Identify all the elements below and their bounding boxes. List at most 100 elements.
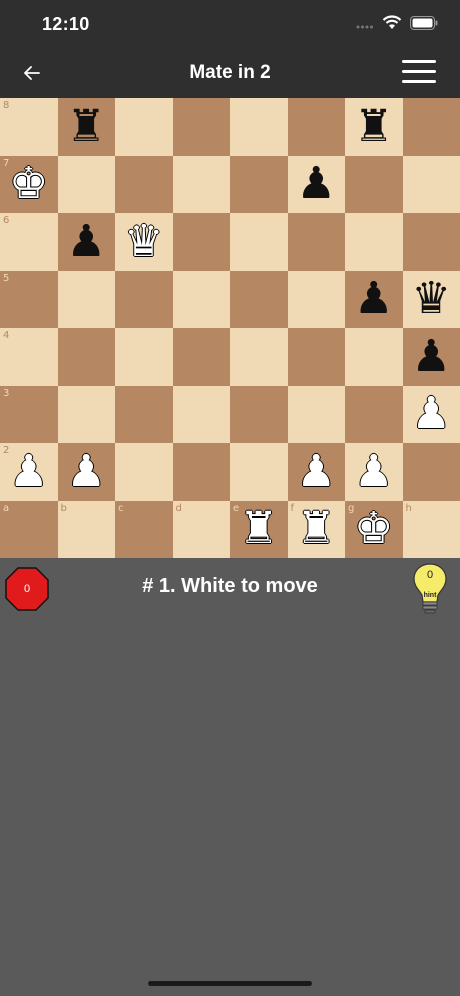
hint-label: hint — [423, 592, 437, 599]
square-f2[interactable]: ♟ — [287, 443, 346, 501]
square-e5[interactable] — [230, 270, 288, 328]
square-a7[interactable]: 7 ♚ — [0, 155, 58, 214]
square-a1[interactable]: a — [0, 500, 58, 558]
white-pawn-piece[interactable]: ♟ — [288, 443, 346, 501]
square-a2[interactable]: 2 ♟ — [0, 443, 58, 501]
square-c2[interactable] — [115, 443, 173, 501]
hint-button[interactable]: 0 hint — [410, 562, 450, 618]
square-c4[interactable] — [115, 328, 173, 386]
square-g5[interactable]: ♟ — [345, 270, 403, 329]
square-g3[interactable] — [345, 385, 403, 443]
square-c3[interactable] — [115, 385, 173, 443]
square-g2[interactable]: ♟ — [345, 443, 403, 501]
nav-bar: Mate in 2 — [0, 48, 460, 98]
square-d5[interactable] — [172, 270, 230, 328]
square-h3[interactable]: ♟ — [402, 385, 460, 444]
menu-button[interactable] — [402, 60, 436, 86]
white-pawn-piece[interactable]: ♟ — [345, 443, 403, 501]
square-e7[interactable] — [230, 155, 288, 213]
square-f3[interactable] — [287, 385, 345, 443]
square-e8[interactable] — [230, 98, 288, 156]
file-label: h — [405, 502, 412, 514]
square-b7[interactable] — [57, 155, 115, 213]
white-queen-piece[interactable]: ♛ — [115, 213, 173, 271]
white-rook-piece[interactable]: ♜ — [230, 501, 288, 559]
square-a5[interactable]: 5 — [0, 270, 58, 328]
rank-label: 4 — [3, 330, 10, 341]
square-h1[interactable]: h — [402, 500, 460, 558]
status-icons — [356, 15, 438, 35]
cellular-icon — [356, 16, 374, 34]
square-b4[interactable] — [57, 328, 115, 386]
rank-label: 8 — [3, 100, 10, 111]
status-time: 12:10 — [42, 14, 90, 34]
square-f4[interactable] — [287, 328, 345, 386]
square-d1[interactable]: d — [172, 500, 230, 558]
square-c1[interactable]: c — [115, 500, 173, 558]
square-c5[interactable] — [115, 270, 173, 328]
square-d8[interactable] — [172, 98, 230, 156]
square-g6[interactable] — [345, 213, 403, 271]
square-h4[interactable]: ♟ — [402, 328, 460, 386]
square-c7[interactable] — [115, 155, 173, 213]
square-h6[interactable] — [402, 213, 460, 271]
file-label: b — [60, 502, 67, 514]
square-e6[interactable] — [230, 213, 288, 271]
square-f5[interactable] — [287, 270, 345, 328]
black-pawn-piece[interactable]: ♟ — [58, 213, 116, 271]
hint-count: 0 — [426, 569, 434, 581]
square-b2[interactable]: ♟ — [57, 443, 116, 501]
white-king-piece[interactable]: ♚ — [345, 501, 403, 559]
square-b8[interactable]: ♜ — [57, 98, 116, 156]
square-h8[interactable] — [402, 98, 460, 156]
square-e3[interactable] — [230, 385, 288, 443]
square-c6[interactable]: ♛ — [115, 213, 173, 271]
file-label: d — [175, 502, 182, 514]
square-f8[interactable] — [287, 98, 345, 156]
file-label: c — [118, 502, 124, 514]
square-g7[interactable] — [345, 155, 403, 213]
square-e2[interactable] — [230, 443, 288, 501]
black-queen-piece[interactable]: ♛ — [403, 271, 460, 329]
white-king-piece[interactable]: ♚ — [0, 156, 58, 214]
square-b1[interactable]: b — [57, 500, 115, 558]
square-h7[interactable] — [402, 155, 460, 213]
hamburger-line — [402, 80, 436, 83]
page-title: Mate in 2 — [189, 62, 271, 83]
black-pawn-piece[interactable]: ♟ — [403, 328, 460, 386]
black-rook-piece[interactable]: ♜ — [58, 98, 116, 156]
square-e4[interactable] — [230, 328, 288, 386]
square-g8[interactable]: ♜ — [345, 98, 403, 156]
square-c8[interactable] — [115, 98, 173, 156]
square-a6[interactable]: 6 — [0, 213, 58, 271]
square-g4[interactable] — [345, 328, 403, 386]
black-pawn-piece[interactable]: ♟ — [288, 156, 346, 214]
white-pawn-piece[interactable]: ♟ — [58, 443, 116, 501]
square-f6[interactable] — [287, 213, 345, 271]
square-a8[interactable]: 8 — [0, 98, 58, 156]
square-h2[interactable] — [402, 443, 460, 501]
rank-label: 5 — [3, 272, 10, 284]
square-f7[interactable]: ♟ — [287, 155, 346, 214]
square-d7[interactable] — [172, 155, 230, 213]
white-rook-piece[interactable]: ♜ — [288, 501, 346, 559]
square-e1[interactable]: e ♜ — [230, 500, 288, 559]
square-a3[interactable]: 3 — [0, 385, 58, 443]
black-rook-piece[interactable]: ♜ — [345, 98, 403, 156]
rank-label: 3 — [3, 387, 10, 399]
square-b3[interactable] — [57, 385, 115, 443]
square-d4[interactable] — [172, 328, 230, 386]
square-g1[interactable]: g ♚ — [345, 500, 403, 559]
white-pawn-piece[interactable]: ♟ — [0, 443, 58, 501]
square-a4[interactable]: 4 — [0, 328, 58, 386]
square-d6[interactable] — [172, 213, 230, 271]
square-d2[interactable] — [172, 443, 230, 501]
square-f1[interactable]: f ♜ — [287, 500, 346, 559]
home-indicator — [148, 981, 312, 986]
black-pawn-piece[interactable]: ♟ — [345, 271, 403, 329]
square-h5[interactable]: ♛ — [402, 270, 460, 329]
white-pawn-piece[interactable]: ♟ — [403, 386, 460, 444]
square-b6[interactable]: ♟ — [57, 213, 116, 271]
square-d3[interactable] — [172, 385, 230, 443]
square-b5[interactable] — [57, 270, 115, 328]
